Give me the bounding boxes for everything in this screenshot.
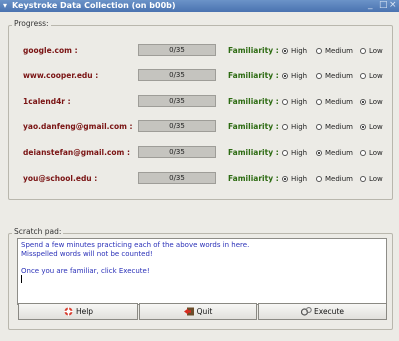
familiarity-radio-medium[interactable]: Medium <box>316 149 353 157</box>
scratch-line: Once you are familiar, click Execute! <box>21 266 150 275</box>
radio-indicator <box>360 73 366 79</box>
radio-indicator <box>282 124 288 130</box>
help-button[interactable]: Help <box>18 303 138 320</box>
radio-indicator <box>360 124 366 130</box>
radio-label: Low <box>369 123 383 131</box>
radio-indicator <box>316 73 322 79</box>
radio-label: Medium <box>325 98 353 106</box>
familiarity-label: Familiarity : <box>228 46 279 55</box>
site-label: you@school.edu : <box>23 174 98 183</box>
site-label: yao.danfeng@gmail.com : <box>23 122 133 131</box>
familiarity-label: Familiarity : <box>228 122 279 131</box>
radio-label: Medium <box>325 123 353 131</box>
familiarity-radio-low[interactable]: Low <box>360 98 383 106</box>
radio-indicator <box>316 48 322 54</box>
progress-bar: 0/35 <box>138 120 216 132</box>
radio-label: Low <box>369 72 383 80</box>
familiarity-radio-high[interactable]: High <box>282 72 307 80</box>
familiarity-radio-high[interactable]: High <box>282 98 307 106</box>
site-label: google.com : <box>23 46 78 55</box>
familiarity-radio-medium[interactable]: Medium <box>316 98 353 106</box>
radio-label: Low <box>369 175 383 183</box>
progress-bar: 0/35 <box>138 146 216 158</box>
close-button[interactable]: × <box>389 0 397 10</box>
radio-indicator <box>282 176 288 182</box>
maximize-button[interactable]: □ <box>379 0 388 10</box>
title-bar[interactable]: ▾ Keystroke Data Collection (on b00b) _ … <box>0 0 399 12</box>
radio-indicator <box>360 176 366 182</box>
radio-indicator <box>282 99 288 105</box>
radio-label: High <box>291 72 308 80</box>
familiarity-label: Familiarity : <box>228 148 279 157</box>
familiarity-radio-medium[interactable]: Medium <box>316 175 353 183</box>
scratch-line: Spend a few minutes practicing each of t… <box>21 241 250 249</box>
quit-button-label: Quit <box>196 307 213 316</box>
scratch-pad-textarea[interactable]: Spend a few minutes practicing each of t… <box>17 238 387 305</box>
familiarity-label: Familiarity : <box>228 174 279 183</box>
radio-indicator <box>316 99 322 105</box>
radio-label: High <box>291 175 308 183</box>
familiarity-radio-low[interactable]: Low <box>360 72 383 80</box>
scratch-frame-label: Scratch pad: <box>12 227 64 236</box>
lifebuoy-icon <box>63 306 74 316</box>
radio-indicator <box>316 124 322 130</box>
familiarity-radio-high[interactable]: High <box>282 47 307 55</box>
site-label: deianstefan@gmail.com : <box>23 148 130 157</box>
progress-bar: 0/35 <box>138 44 216 56</box>
site-label: www.cooper.edu : <box>23 71 99 80</box>
familiarity-radio-high[interactable]: High <box>282 149 307 157</box>
radio-label: High <box>291 123 308 131</box>
quit-button[interactable]: Quit <box>139 303 257 320</box>
familiarity-label: Familiarity : <box>228 71 279 80</box>
execute-button[interactable]: Execute <box>258 303 387 320</box>
scratch-line: Misspelled words will not be counted! <box>21 249 153 258</box>
radio-label: High <box>291 47 308 55</box>
progress-bar: 0/35 <box>138 95 216 107</box>
radio-indicator <box>360 150 366 156</box>
radio-label: Low <box>369 47 383 55</box>
progress-bar: 0/35 <box>138 69 216 81</box>
radio-label: Medium <box>325 149 353 157</box>
familiarity-radio-medium[interactable]: Medium <box>316 123 353 131</box>
radio-indicator <box>316 176 322 182</box>
radio-label: Low <box>369 98 383 106</box>
radio-indicator <box>360 99 366 105</box>
radio-label: High <box>291 149 308 157</box>
radio-indicator <box>282 48 288 54</box>
execute-button-label: Execute <box>314 307 344 316</box>
familiarity-radio-medium[interactable]: Medium <box>316 47 353 55</box>
radio-label: High <box>291 98 308 106</box>
execute-gears-icon <box>300 306 312 316</box>
radio-indicator <box>282 150 288 156</box>
radio-label: Medium <box>325 72 353 80</box>
radio-indicator <box>316 150 322 156</box>
familiarity-radio-low[interactable]: Low <box>360 149 383 157</box>
text-cursor <box>21 275 22 283</box>
radio-label: Medium <box>325 175 353 183</box>
site-label: 1calend4r : <box>23 97 71 106</box>
familiarity-radio-low[interactable]: Low <box>360 175 383 183</box>
progress-frame-label: Progress: <box>12 19 51 28</box>
radio-label: Low <box>369 149 383 157</box>
radio-indicator <box>360 48 366 54</box>
familiarity-radio-high[interactable]: High <box>282 175 307 183</box>
radio-label: Medium <box>325 47 353 55</box>
window-menu-icon[interactable]: ▾ <box>3 1 7 10</box>
familiarity-radio-low[interactable]: Low <box>360 47 383 55</box>
progress-bar: 0/35 <box>138 172 216 184</box>
help-button-label: Help <box>75 307 94 316</box>
window-title: Keystroke Data Collection (on b00b) <box>12 1 176 10</box>
familiarity-label: Familiarity : <box>228 97 279 106</box>
familiarity-radio-medium[interactable]: Medium <box>316 72 353 80</box>
minimize-button[interactable]: _ <box>368 0 373 10</box>
radio-indicator <box>282 73 288 79</box>
exit-door-icon <box>183 306 195 316</box>
familiarity-radio-high[interactable]: High <box>282 123 307 131</box>
familiarity-radio-low[interactable]: Low <box>360 123 383 131</box>
scratch-line <box>21 258 383 267</box>
